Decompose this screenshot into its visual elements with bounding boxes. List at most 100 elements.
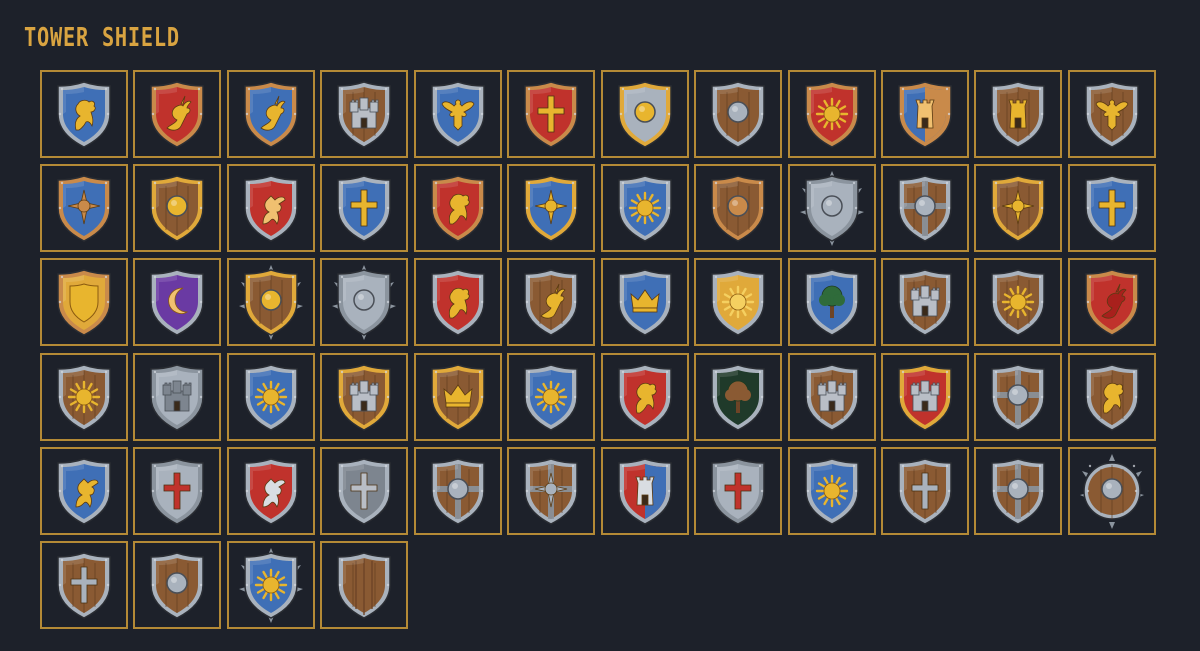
- shield-cell-20[interactable]: [694, 164, 783, 253]
- tower-shield-icon: [978, 74, 1058, 154]
- dragon-shield-icon: [137, 74, 217, 154]
- shield-cell-14[interactable]: [133, 164, 222, 253]
- shield-cell-4[interactable]: [320, 70, 409, 158]
- shield-cell-31[interactable]: [600, 258, 689, 347]
- tree-shield-icon: [698, 357, 778, 437]
- shield-cell-58[interactable]: [880, 446, 969, 535]
- cross-shield-icon: [324, 168, 404, 248]
- shield-cell-36[interactable]: [1067, 258, 1156, 347]
- shield-cell-40[interactable]: [320, 352, 409, 441]
- shield-cell-37[interactable]: [40, 352, 128, 441]
- cross-shield-icon: [44, 545, 124, 625]
- shield-cell-27[interactable]: [226, 258, 315, 347]
- boss-shield-icon: [1072, 451, 1152, 531]
- shield-cell-55[interactable]: [600, 446, 689, 535]
- shield-cell-1[interactable]: [40, 70, 128, 158]
- tower-shield-icon: [885, 74, 965, 154]
- sun-shield-icon: [978, 262, 1058, 342]
- shield-cell-17[interactable]: [413, 164, 502, 253]
- shield-cell-34[interactable]: [880, 258, 969, 347]
- boss-shield-icon: [885, 168, 965, 248]
- shield-cell-59[interactable]: [974, 446, 1063, 535]
- shield-cell-29[interactable]: [413, 258, 502, 347]
- shield-cell-25[interactable]: [40, 258, 128, 347]
- shield-grid: [40, 70, 1156, 629]
- shield-cell-18[interactable]: [507, 164, 596, 253]
- shield-cell-9[interactable]: [787, 70, 876, 158]
- shield-cell-24[interactable]: [1067, 164, 1156, 253]
- boss-shield-icon: [792, 168, 872, 248]
- shield-cell-28[interactable]: [320, 258, 409, 347]
- shield-cell-42[interactable]: [507, 352, 596, 441]
- sun-shield-icon: [792, 74, 872, 154]
- sun-shield-icon: [698, 262, 778, 342]
- shield-cell-30[interactable]: [507, 258, 596, 347]
- shield-cell-32[interactable]: [694, 258, 783, 347]
- shield-cell-64[interactable]: [320, 540, 409, 629]
- castle-shield-icon: [324, 74, 404, 154]
- shield-cell-26[interactable]: [133, 258, 222, 347]
- cross-shield-icon: [324, 451, 404, 531]
- shield-cell-19[interactable]: [600, 164, 689, 253]
- shield-cell-50[interactable]: [133, 446, 222, 535]
- shield-cell-63[interactable]: [226, 540, 315, 629]
- shield-cell-52[interactable]: [320, 446, 409, 535]
- shield-cell-43[interactable]: [600, 352, 689, 441]
- shield-cell-47[interactable]: [974, 352, 1063, 441]
- shield-cell-41[interactable]: [413, 352, 502, 441]
- shield-cell-8[interactable]: [694, 70, 783, 158]
- castle-shield-icon: [324, 357, 404, 437]
- shield-cell-35[interactable]: [974, 258, 1063, 347]
- boss-shield-icon: [978, 357, 1058, 437]
- shield-cell-54[interactable]: [507, 446, 596, 535]
- shield-cell-6[interactable]: [507, 70, 596, 158]
- castle-shield-icon: [792, 357, 872, 437]
- shield-cell-44[interactable]: [694, 352, 783, 441]
- shield-cell-12[interactable]: [1067, 70, 1156, 158]
- cross-shield-icon: [1072, 168, 1152, 248]
- shield-cell-62[interactable]: [133, 540, 222, 629]
- boss-shield-icon: [324, 262, 404, 342]
- shield-cell-13[interactable]: [40, 164, 128, 253]
- sun-shield-icon: [792, 451, 872, 531]
- shield-cell-39[interactable]: [226, 352, 315, 441]
- lion-shield-icon: [605, 357, 685, 437]
- boss-shield-icon: [137, 168, 217, 248]
- shield-cell-53[interactable]: [413, 446, 502, 535]
- shield-cell-2[interactable]: [133, 70, 222, 158]
- shield-cell-23[interactable]: [974, 164, 1063, 253]
- shield-cell-33[interactable]: [787, 258, 876, 347]
- castle-shield-icon: [137, 357, 217, 437]
- shield-cell-51[interactable]: [226, 446, 315, 535]
- planks-shield-icon: [324, 545, 404, 625]
- shield-cell-3[interactable]: [226, 70, 315, 158]
- inner-shield-icon: [44, 262, 124, 342]
- dragon-shield-icon: [1072, 262, 1152, 342]
- shield-cell-15[interactable]: [226, 164, 315, 253]
- shield-cell-46[interactable]: [880, 352, 969, 441]
- shield-cell-60[interactable]: [1067, 446, 1156, 535]
- crown-shield-icon: [418, 357, 498, 437]
- lion-shield-icon: [44, 74, 124, 154]
- boss-shield-icon: [978, 451, 1058, 531]
- shield-cell-56[interactable]: [694, 446, 783, 535]
- sun-shield-icon: [511, 357, 591, 437]
- shield-cell-22[interactable]: [880, 164, 969, 253]
- shield-cell-7[interactable]: [600, 70, 689, 158]
- lion-shield-icon: [418, 168, 498, 248]
- shield-cell-21[interactable]: [787, 164, 876, 253]
- cross-shield-icon: [698, 451, 778, 531]
- shield-cell-48[interactable]: [1067, 352, 1156, 441]
- shield-cell-5[interactable]: [413, 70, 502, 158]
- star-shield-icon: [978, 168, 1058, 248]
- shield-cell-16[interactable]: [320, 164, 409, 253]
- shield-cell-57[interactable]: [787, 446, 876, 535]
- shield-cell-38[interactable]: [133, 352, 222, 441]
- shield-cell-49[interactable]: [40, 446, 128, 535]
- shield-cell-11[interactable]: [974, 70, 1063, 158]
- moon-shield-icon: [137, 262, 217, 342]
- shield-cell-10[interactable]: [880, 70, 969, 158]
- shield-cell-61[interactable]: [40, 540, 128, 629]
- shield-cell-45[interactable]: [787, 352, 876, 441]
- cross-shield-icon: [885, 451, 965, 531]
